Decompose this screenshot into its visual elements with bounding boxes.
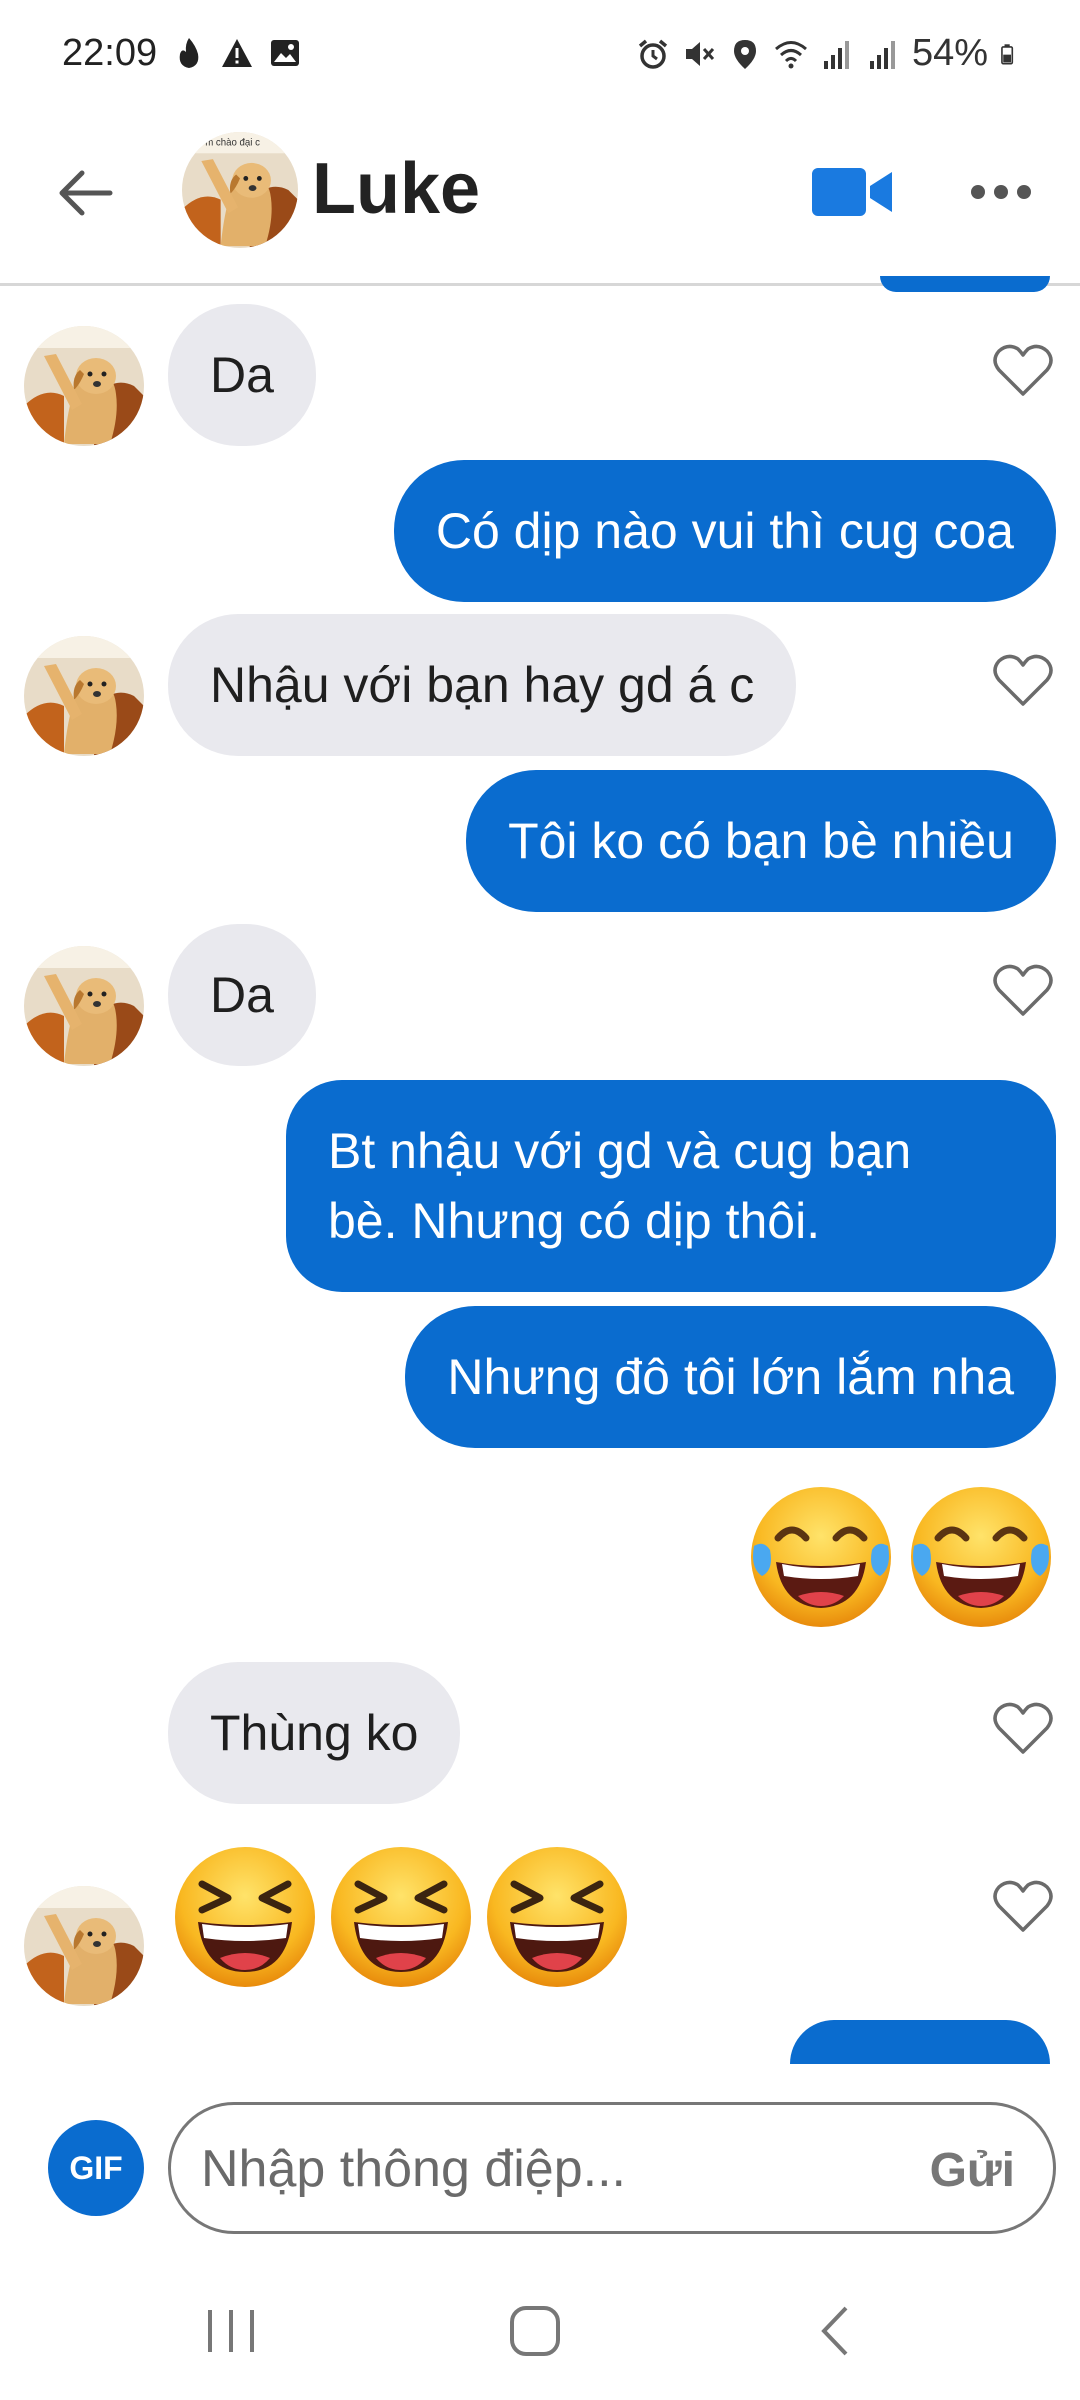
message-bubble-partial xyxy=(790,2020,1050,2064)
system-nav-bar xyxy=(0,2260,1080,2400)
avatar[interactable] xyxy=(24,636,144,756)
grinning-squinting-emoji-icon xyxy=(484,1844,630,1990)
location-icon xyxy=(733,39,756,69)
contact-name[interactable]: Luke xyxy=(312,148,480,230)
send-button[interactable]: Gửi xyxy=(930,2143,1015,2198)
incoming-message[interactable]: Da xyxy=(168,304,316,446)
heart-icon[interactable] xyxy=(992,1878,1054,1934)
alarm-icon xyxy=(638,39,668,69)
mute-icon xyxy=(685,41,715,66)
gif-button[interactable]: GIF xyxy=(48,2120,144,2216)
heart-icon[interactable] xyxy=(992,342,1054,398)
outgoing-message[interactable]: Có dịp nào vui thì cug coa xyxy=(393,460,1056,602)
more-icon[interactable] xyxy=(968,172,1034,212)
incoming-message[interactable]: Da xyxy=(168,924,316,1066)
back-arrow-icon[interactable] xyxy=(50,158,120,228)
flame-icon xyxy=(179,38,199,68)
outgoing-message[interactable]: Bt nhậu với gd và cug bạn bè. Nhưng có d… xyxy=(286,1080,1056,1292)
wifi-icon xyxy=(774,40,807,68)
tears-of-joy-emoji-icon xyxy=(748,1484,894,1630)
signal-icon xyxy=(869,40,895,69)
avatar-caption: m chào đại c xyxy=(205,138,260,149)
warning-icon xyxy=(222,39,252,67)
message-input[interactable] xyxy=(201,2129,841,2209)
battery-percent: 54% xyxy=(911,32,988,74)
heart-icon[interactable] xyxy=(992,652,1054,708)
message-line: Bt nhậu với gd và cug bạn xyxy=(328,1123,912,1179)
outgoing-message[interactable]: Tôi ko có bạn bè nhiều xyxy=(466,770,1056,912)
message-bubble-partial xyxy=(880,276,1050,292)
emoji-message[interactable] xyxy=(748,1484,1054,1630)
avatar[interactable] xyxy=(24,326,144,446)
message-line: bè. Nhưng có dịp thôi. xyxy=(328,1193,821,1249)
recent-apps-icon[interactable] xyxy=(196,2296,266,2366)
chat-header: m chào đại c Luke xyxy=(0,110,1080,286)
outgoing-message[interactable]: Nhưng đô tôi lớn lắm nha xyxy=(405,1306,1056,1448)
back-icon[interactable] xyxy=(800,2296,870,2366)
status-time: 22:09 xyxy=(62,32,158,74)
incoming-message[interactable]: Nhậu với bạn hay gd á c xyxy=(168,614,797,756)
message-composer: GIF Gửi xyxy=(0,2080,1080,2240)
signal-icon xyxy=(823,40,849,69)
heart-icon[interactable] xyxy=(992,1700,1054,1756)
notification-icons xyxy=(172,36,302,70)
battery-icon xyxy=(1001,43,1014,65)
contact-avatar[interactable]: m chào đại c xyxy=(182,132,298,248)
message-input-container[interactable]: Gửi xyxy=(168,2102,1056,2234)
system-icons: 54% xyxy=(636,32,1022,75)
status-bar: 22:09 54% xyxy=(0,0,1080,110)
incoming-message[interactable]: Thùng ko xyxy=(168,1662,461,1804)
grinning-squinting-emoji-icon xyxy=(172,1844,318,1990)
video-camera-icon[interactable] xyxy=(810,162,894,222)
emoji-message[interactable] xyxy=(172,1844,630,1990)
grinning-squinting-emoji-icon xyxy=(328,1844,474,1990)
tears-of-joy-emoji-icon xyxy=(908,1484,1054,1630)
avatar[interactable] xyxy=(24,946,144,1066)
heart-icon[interactable] xyxy=(992,962,1054,1018)
image-icon xyxy=(271,40,299,66)
avatar[interactable] xyxy=(24,1886,144,2006)
home-icon[interactable] xyxy=(500,2296,570,2366)
